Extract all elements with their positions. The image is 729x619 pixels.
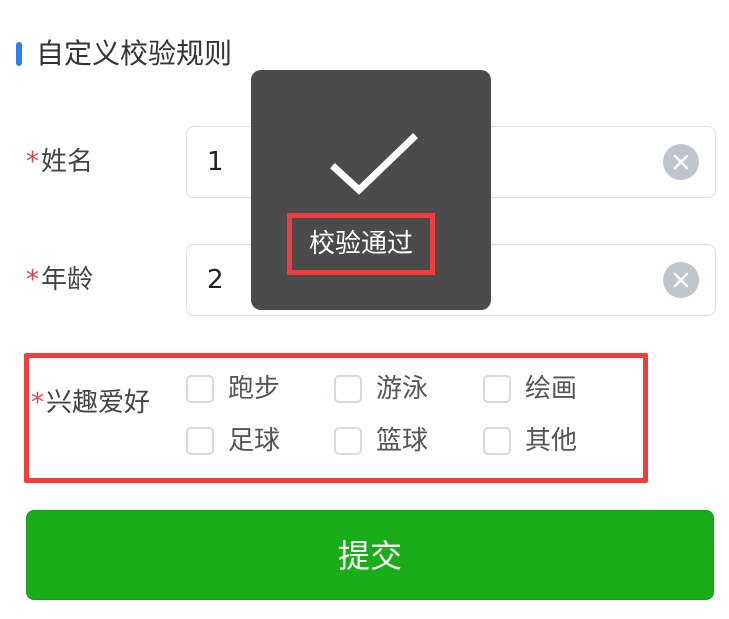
hobby-checkbox-group: 跑步 游泳 绘画 足球 篮球 其他	[186, 369, 636, 469]
checkbox[interactable]	[186, 427, 214, 455]
clear-name-button[interactable]	[663, 144, 699, 180]
checkbox-item-other[interactable]: 其他	[483, 421, 577, 461]
hobby-label: *兴趣爱好	[31, 385, 150, 421]
hobby-label-text: 兴趣爱好	[46, 388, 151, 418]
checkbox[interactable]	[334, 427, 362, 455]
name-label-text: 姓名	[41, 147, 94, 177]
section-title: 自定义校验规则	[36, 37, 233, 70]
checkbox-item-painting[interactable]: 绘画	[483, 369, 577, 409]
checkbox-label: 足球	[228, 426, 281, 456]
clear-age-button[interactable]	[663, 262, 699, 298]
checkbox[interactable]	[483, 427, 511, 455]
age-label: *年龄	[26, 244, 93, 316]
checkbox-label: 绘画	[525, 374, 578, 404]
checkbox[interactable]	[186, 375, 214, 403]
section-header: 自定义校验规则	[16, 36, 232, 72]
success-toast: 校验通过	[251, 70, 491, 310]
checkbox-item-swimming[interactable]: 游泳	[334, 369, 428, 409]
checkbox-item-football[interactable]: 足球	[186, 421, 280, 461]
required-mark: *	[26, 147, 39, 177]
required-mark: *	[31, 388, 44, 418]
checkbox-label: 游泳	[376, 374, 429, 404]
checkbox-item-basketball[interactable]: 篮球	[334, 421, 428, 461]
checkbox[interactable]	[483, 375, 511, 403]
age-label-text: 年龄	[41, 265, 94, 295]
checkbox[interactable]	[334, 375, 362, 403]
hobby-field-row: *兴趣爱好 跑步 游泳 绘画 足球 篮球 其他	[24, 353, 648, 483]
close-icon	[673, 272, 689, 288]
checkbox-item-running[interactable]: 跑步	[186, 369, 280, 409]
close-icon	[673, 154, 689, 170]
checkbox-label: 跑步	[228, 374, 281, 404]
name-label: *姓名	[26, 126, 93, 198]
toast-message-box: 校验通过	[287, 213, 435, 275]
check-icon	[330, 133, 418, 195]
submit-button[interactable]: 提交	[26, 510, 714, 600]
page: 自定义校验规则 *姓名 *年龄	[0, 0, 729, 619]
title-accent-bar	[16, 42, 22, 66]
toast-message: 校验通过	[308, 229, 413, 259]
required-mark: *	[26, 265, 39, 295]
checkbox-label: 篮球	[376, 426, 429, 456]
checkbox-label: 其他	[525, 426, 578, 456]
